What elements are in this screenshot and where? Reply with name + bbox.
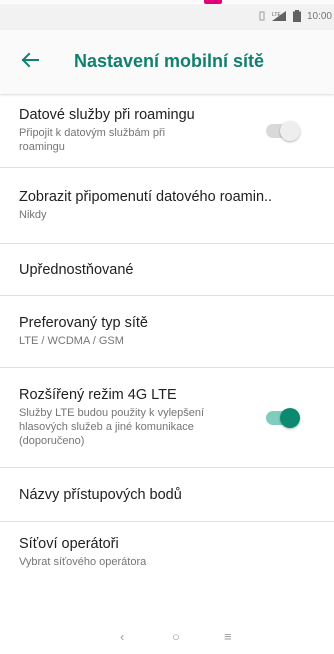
status-icons: LTE 10:00 bbox=[259, 10, 332, 22]
setting-title: Názvy přístupových bodů bbox=[19, 486, 182, 503]
vibrate-icon bbox=[259, 11, 265, 21]
setting-subtitle: Připojit k datovým službám při roamingu bbox=[19, 127, 166, 153]
setting-subtitle: Služby LTE budou použity k vylepšení hla… bbox=[19, 407, 205, 447]
setting-network-operators[interactable]: Síťoví operátoři Vybrat síťového operáto… bbox=[0, 522, 334, 582]
toggle-knob bbox=[280, 120, 300, 141]
system-nav-bar: ‹ ○ ≡ bbox=[0, 620, 334, 654]
setting-title: Zobrazit připomenutí datového roamin.. bbox=[19, 189, 273, 205]
setting-title: Upřednostňované bbox=[19, 261, 134, 278]
enhanced-4g-toggle[interactable] bbox=[266, 407, 300, 428]
status-bar: LTE 10:00 bbox=[0, 4, 334, 30]
signal-icon: LTE bbox=[271, 11, 286, 21]
battery-icon bbox=[292, 10, 301, 22]
setting-title: Rozšířený režim 4G LTE bbox=[19, 387, 177, 403]
setting-roaming-reminder[interactable]: Zobrazit připomenutí datového roamin.. N… bbox=[0, 168, 334, 244]
status-time: 10:00 bbox=[306, 10, 332, 22]
settings-list: Datové služby při roamingu Připojit k da… bbox=[0, 94, 334, 582]
setting-subtitle: Nikdy bbox=[19, 209, 47, 221]
page-title: Nastavení mobilní sítě bbox=[74, 51, 265, 71]
setting-network-type[interactable]: Preferovaný typ sítě LTE / WCDMA / GSM bbox=[0, 296, 334, 368]
setting-subtitle: LTE / WCDMA / GSM bbox=[19, 335, 124, 347]
arrow-left-icon[interactable] bbox=[18, 48, 42, 72]
setting-title: Datové služby při roamingu bbox=[19, 107, 195, 123]
setting-data-roaming[interactable]: Datové služby při roamingu Připojit k da… bbox=[0, 94, 334, 168]
setting-title: Preferovaný typ sítě bbox=[19, 315, 148, 331]
setting-preferred[interactable]: Upřednostňované bbox=[0, 244, 334, 296]
setting-enhanced-4g-lte[interactable]: Rozšířený režim 4G LTE Služby LTE budou … bbox=[0, 368, 334, 468]
nav-recents-icon[interactable]: ≡ bbox=[224, 629, 232, 644]
svg-text:LTE: LTE bbox=[272, 12, 281, 18]
setting-apn[interactable]: Názvy přístupových bodů bbox=[0, 468, 334, 522]
top-strip bbox=[0, 0, 334, 3]
toggle-knob bbox=[280, 407, 300, 428]
nav-back-icon[interactable]: ‹ bbox=[120, 629, 124, 644]
data-roaming-toggle[interactable] bbox=[266, 120, 300, 141]
app-bar: Nastavení mobilní sítě bbox=[0, 30, 334, 94]
setting-title: Síťoví operátoři bbox=[19, 536, 119, 552]
setting-subtitle: Vybrat síťového operátora bbox=[19, 556, 147, 568]
nav-home-icon[interactable]: ○ bbox=[172, 629, 180, 644]
